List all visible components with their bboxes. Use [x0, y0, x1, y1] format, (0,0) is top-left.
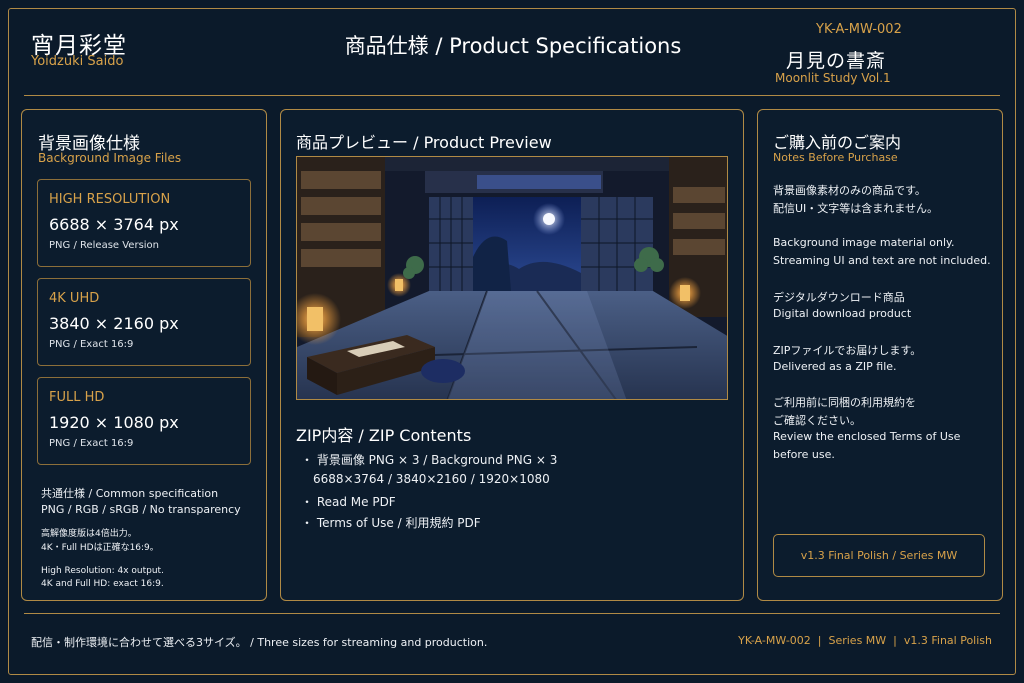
spec-card-full-hd: FULL HD 1920 × 1080 px PNG / Exact 16:9 [37, 377, 251, 465]
common-note: 高解像度版は4倍出力。 [41, 529, 137, 539]
page-title: 商品仕様 / Product Specifications [344, 34, 682, 58]
spec-label: HIGH RESOLUTION [49, 192, 171, 207]
spec-card-high-resolution: HIGH RESOLUTION 6688 × 3764 px PNG / Rel… [37, 179, 251, 267]
note-line: Digital download product [773, 307, 912, 320]
preview-panel-title: 商品プレビュー / Product Preview [296, 133, 552, 152]
note-line: Background image material only. [773, 236, 955, 249]
zip-contents-title: ZIP内容 / ZIP Contents [296, 426, 472, 445]
common-spec-title: 共通仕様 / Common specification [41, 487, 219, 500]
product-code: YK-A-MW-002 [816, 22, 902, 37]
footer-note: 配信・制作環境に合わせて選べる3サイズ。 / Three sizes for s… [31, 636, 488, 649]
product-name-en: Moonlit Study Vol.1 [775, 71, 891, 85]
zip-item: ・ Read Me PDF [301, 495, 396, 509]
note-line: Review the enclosed Terms of Use [773, 430, 961, 443]
brand-name-en: Yoidzuki Saido [31, 54, 124, 69]
spec-value: 1920 × 1080 px [49, 413, 179, 432]
spec-note: PNG / Exact 16:9 [49, 438, 134, 449]
spec-card-4k-uhd: 4K UHD 3840 × 2160 px PNG / Exact 16:9 [37, 278, 251, 366]
spec-value: 3840 × 2160 px [49, 314, 179, 333]
notes-panel-title: ご購入前のご案内 [773, 133, 902, 152]
note-line: 背景画像素材のみの商品です。 [773, 184, 926, 197]
product-preview-panel: 商品プレビュー / Product Preview ZIP内容 / ZIP Co… [280, 109, 744, 601]
spec-label: FULL HD [49, 390, 105, 405]
note-line: before use. [773, 448, 835, 461]
notes-panel-subtitle: Notes Before Purchase [773, 151, 898, 164]
common-note: High Resolution: 4x output. [41, 566, 164, 576]
common-note: 4K and Full HD: exact 16:9. [41, 579, 164, 589]
note-line: ご利用前に同梱の利用規約を [773, 396, 916, 409]
common-note: 4K・Full HDは正確な16:9。 [41, 543, 159, 553]
note-line: Streaming UI and text are not included. [773, 254, 991, 267]
spec-value: 6688 × 3764 px [49, 215, 179, 234]
header-divider [24, 95, 1000, 96]
spec-panel-subtitle: Background Image Files [38, 151, 182, 165]
preview-image [296, 156, 728, 400]
spec-note: PNG / Release Version [49, 240, 160, 251]
purchase-notes-panel: ご購入前のご案内 Notes Before Purchase 背景画像素材のみの… [757, 109, 1003, 601]
product-name-jp: 月見の書斎 [786, 50, 887, 72]
footer-meta: YK-A-MW-002 | Series MW | v1.3 Final Pol… [738, 634, 992, 647]
zip-item: ・ 背景画像 PNG × 3 / Background PNG × 3 [301, 453, 558, 467]
footer-divider [24, 613, 1000, 614]
moonlit-study-illustration [297, 157, 727, 399]
note-line: ご確認ください。 [773, 414, 861, 427]
background-spec-panel: 背景画像仕様 Background Image Files HIGH RESOL… [21, 109, 267, 601]
zip-item: ・ Terms of Use / 利用規約 PDF [301, 516, 481, 530]
note-line: デジタルダウンロード商品 [773, 291, 905, 304]
spec-note: PNG / Exact 16:9 [49, 339, 134, 350]
zip-item-detail: 6688×3764 / 3840×2160 / 1920×1080 [313, 472, 550, 486]
common-spec-format: PNG / RGB / sRGB / No transparency [41, 503, 241, 516]
version-badge: v1.3 Final Polish / Series MW [773, 534, 985, 577]
note-line: ZIPファイルでお届けします。 [773, 344, 922, 357]
note-line: Delivered as a ZIP file. [773, 360, 897, 373]
note-line: 配信UI・文字等は含まれません。 [773, 202, 938, 215]
spec-label: 4K UHD [49, 291, 100, 306]
